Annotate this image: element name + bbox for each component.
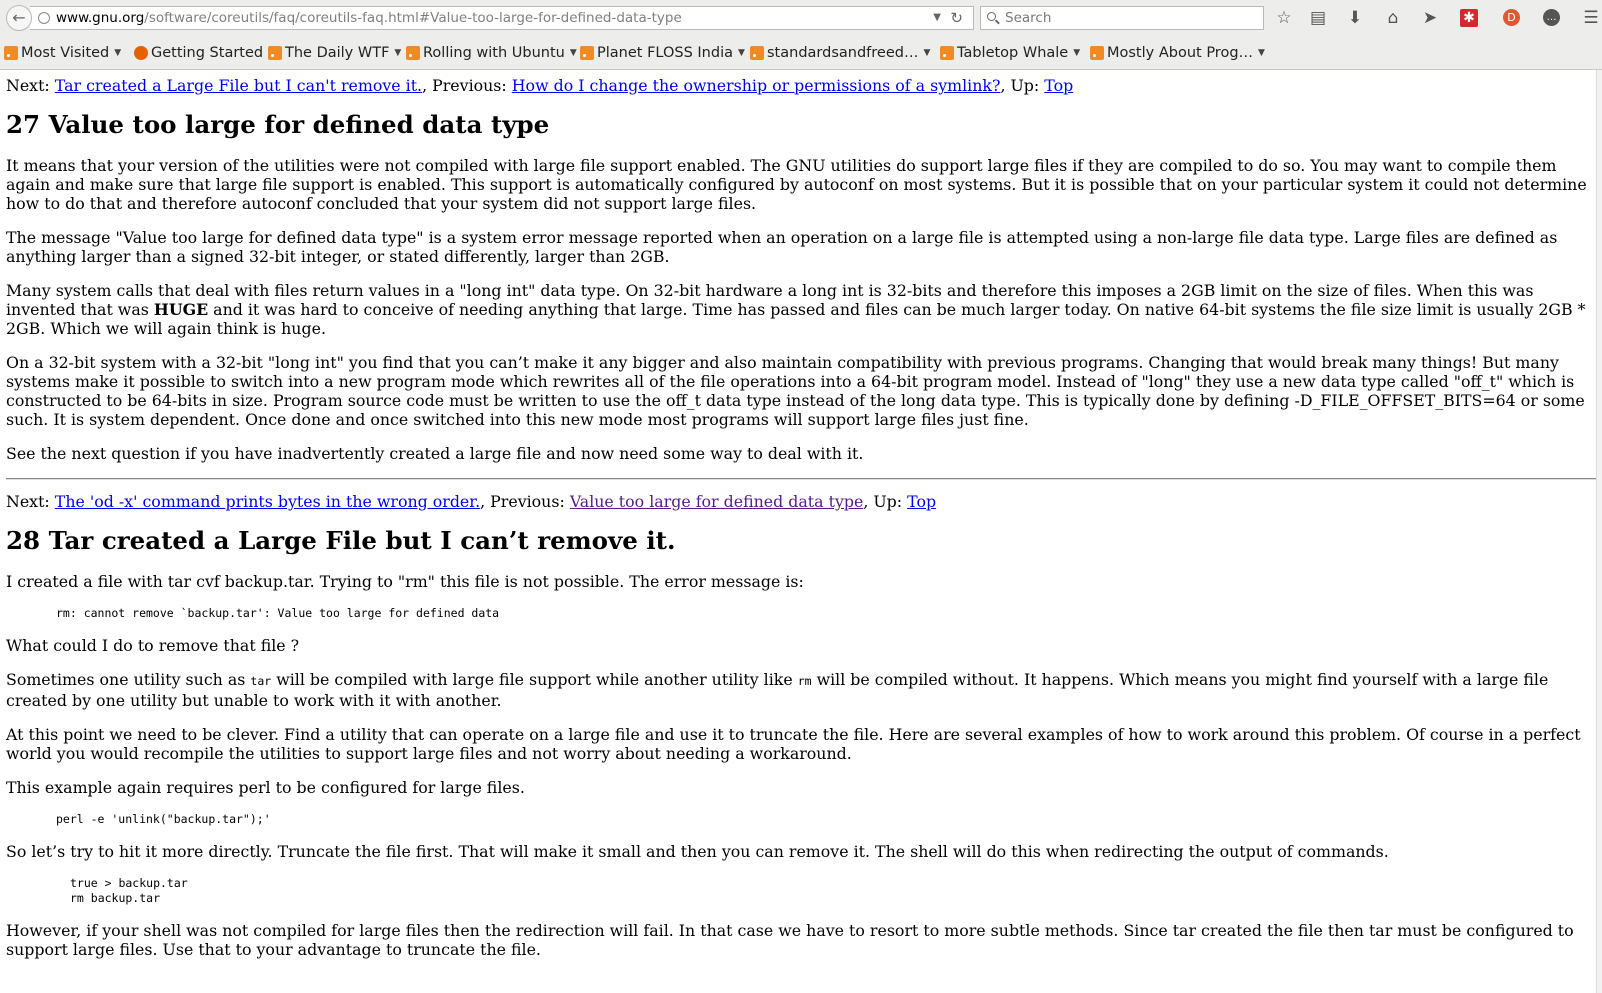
- nav-prev-link[interactable]: Value too large for defined data type: [570, 492, 864, 511]
- chevron-down-icon: ▼: [1258, 48, 1265, 58]
- paragraph: This example again requires perl to be c…: [6, 778, 525, 797]
- rss-icon: [268, 46, 282, 60]
- nav-up-label: , Up:: [1000, 76, 1040, 95]
- url-history-dropdown-icon[interactable]: ▼: [933, 7, 941, 29]
- paragraph: At this point we need to be clever. Find…: [6, 725, 1581, 763]
- nav-prev-link[interactable]: How do I change the ownership or permiss…: [512, 76, 1001, 95]
- emphasis-text: HUGE: [153, 300, 209, 319]
- scrollbar[interactable]: [1596, 70, 1602, 993]
- bookmark-label: Planet FLOSS India: [597, 45, 733, 61]
- nav-next-link[interactable]: The 'od -x' command prints bytes in the …: [55, 492, 480, 511]
- chevron-down-icon: ▼: [114, 48, 122, 58]
- rss-icon: [1090, 46, 1104, 60]
- downloads-icon[interactable]: ⬇: [1344, 7, 1366, 29]
- section-nav: Next: Tar created a Large File but I can…: [6, 76, 1596, 96]
- url-path: /software/coreutils/faq/coreutils-faq.ht…: [144, 10, 682, 26]
- back-button[interactable]: ←: [6, 5, 32, 31]
- inline-code: tar: [250, 674, 272, 688]
- url-host: www.gnu.org: [56, 10, 145, 26]
- paragraph: Many system calls that deal with files r…: [6, 281, 1596, 338]
- rss-icon: [940, 46, 954, 60]
- bookmark-item[interactable]: The Daily WTF ▼: [268, 44, 401, 62]
- navigation-toolbar: www.gnu.org/software/coreutils/faq/coreu…: [0, 0, 1602, 36]
- paragraph-text: and it was hard to conceive of needing a…: [6, 300, 1586, 338]
- reload-icon[interactable]: ↻: [950, 7, 963, 29]
- bookmark-item[interactable]: Mostly About Prog… ▼: [1090, 44, 1265, 62]
- search-icon: [987, 12, 996, 21]
- duckduckgo-icon[interactable]: D: [1503, 9, 1520, 26]
- paragraph: What could I do to remove that file ?: [6, 636, 300, 655]
- menu-icon[interactable]: ☰: [1580, 7, 1602, 29]
- nav-prev-label: , Previous:: [422, 76, 507, 95]
- bookmark-label: Tabletop Whale: [957, 45, 1069, 61]
- rss-icon: [580, 46, 594, 60]
- bookmark-label: The Daily WTF: [285, 45, 390, 61]
- paragraph: Sometimes one utility such as tar will b…: [6, 670, 1596, 710]
- home-icon[interactable]: ⌂: [1382, 7, 1404, 29]
- nav-next-label: Next:: [6, 492, 50, 511]
- nav-up-link[interactable]: Top: [1044, 76, 1073, 95]
- nav-next-label: Next:: [6, 76, 50, 95]
- paragraph: See the next question if you have inadve…: [6, 444, 864, 463]
- paragraph-text: will be compiled with large file support…: [271, 670, 798, 689]
- paragraph: The message "Value too large for defined…: [6, 228, 1558, 266]
- bookmark-item[interactable]: Rolling with Ubuntu ▼: [406, 44, 577, 62]
- bookmarks-toolbar: Most Visited ▼ Getting Started The Daily…: [0, 36, 1602, 70]
- bookmark-item[interactable]: standardsandfreed… ▼: [750, 44, 930, 62]
- reading-list-icon[interactable]: ▤: [1307, 7, 1329, 29]
- nav-up-link[interactable]: Top: [907, 492, 936, 511]
- bookmark-item[interactable]: Most Visited ▼: [4, 44, 121, 62]
- section-nav: Next: The 'od -x' command prints bytes i…: [6, 492, 1596, 512]
- rss-icon: [750, 46, 764, 60]
- paragraph: So let’s try to hit it more directly. Tr…: [6, 842, 1389, 861]
- chat-icon[interactable]: …: [1543, 9, 1560, 26]
- firefox-icon: [134, 46, 148, 60]
- bookmark-label: standardsandfreed…: [767, 45, 919, 61]
- chevron-down-icon: ▼: [1073, 48, 1081, 58]
- chevron-down-icon: ▼: [394, 48, 402, 58]
- paragraph: However, if your shell was not compiled …: [6, 921, 1574, 959]
- bookmark-label: Getting Started: [151, 45, 264, 61]
- extension-icon[interactable]: ✱: [1460, 9, 1478, 27]
- code-block: perl -e 'unlink("backup.tar");': [56, 812, 271, 826]
- nav-prev-label: , Previous:: [480, 492, 565, 511]
- paragraph: I created a file with tar cvf backup.tar…: [6, 572, 804, 591]
- chevron-down-icon: ▼: [569, 48, 577, 58]
- search-placeholder: Search: [1005, 10, 1052, 26]
- page-content: Next: Tar created a Large File but I can…: [0, 70, 1602, 993]
- rss-icon: [406, 46, 420, 60]
- url-bar[interactable]: www.gnu.org/software/coreutils/faq/coreu…: [30, 6, 974, 30]
- paragraph: It means that your version of the utilit…: [6, 156, 1587, 213]
- bookmark-label: Most Visited: [21, 45, 110, 61]
- inline-code: rm: [797, 674, 812, 688]
- paragraph-text: Sometimes one utility such as: [6, 670, 251, 689]
- back-arrow-icon: ←: [12, 8, 26, 27]
- code-block: true > backup.tar rm backup.tar: [70, 876, 188, 905]
- bookmark-item[interactable]: Getting Started: [134, 44, 263, 62]
- paragraph: On a 32-bit system with a 32-bit "long i…: [6, 353, 1585, 429]
- chevron-down-icon: ▼: [737, 48, 745, 58]
- bookmark-item[interactable]: Tabletop Whale ▼: [940, 44, 1080, 62]
- bookmark-label: Rolling with Ubuntu: [423, 45, 565, 61]
- bookmark-item[interactable]: Planet FLOSS India ▼: [580, 44, 745, 62]
- site-identity-icon[interactable]: [38, 12, 50, 24]
- nav-next-link[interactable]: Tar created a Large File but I can't rem…: [55, 76, 422, 95]
- code-block: rm: cannot remove `backup.tar': Value to…: [56, 606, 500, 620]
- search-input[interactable]: Search: [980, 6, 1264, 30]
- section-title: 28 Tar created a Large File but I can’t …: [6, 526, 676, 555]
- section-divider: [6, 478, 1596, 480]
- bookmark-star-icon[interactable]: ☆: [1273, 7, 1295, 29]
- nav-up-label: , Up:: [863, 492, 903, 511]
- send-icon[interactable]: ➤: [1419, 7, 1441, 29]
- section-title: 27 Value too large for defined data type: [6, 110, 550, 139]
- chevron-down-icon: ▼: [923, 48, 931, 58]
- rss-icon: [4, 46, 18, 60]
- bookmark-label: Mostly About Prog…: [1107, 45, 1254, 61]
